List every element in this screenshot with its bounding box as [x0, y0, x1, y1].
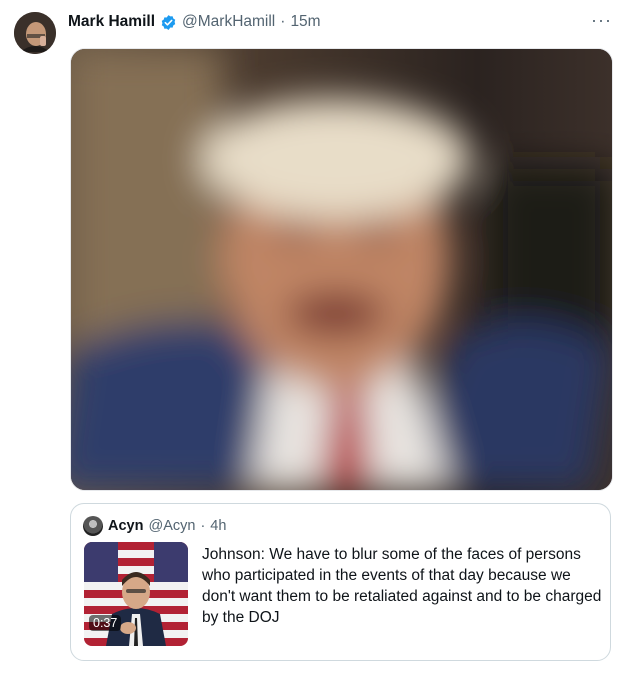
quoted-video-thumbnail[interactable]: 0:37: [84, 542, 188, 646]
avatar-image: [14, 12, 56, 54]
more-options-icon[interactable]: ···: [591, 10, 612, 30]
video-duration-badge: 0:37: [89, 615, 122, 631]
quoted-tweet-card[interactable]: Acyn @Acyn · 4h 0:37 Johnson: We have to…: [70, 503, 611, 661]
quoted-author-avatar: [83, 516, 103, 536]
quoted-tweet-text: Johnson: We have to blur some of the fac…: [202, 546, 602, 626]
quoted-author-handle: @Acyn: [148, 518, 196, 534]
quoted-author-name: Acyn: [108, 518, 144, 534]
quoted-timestamp: 4h: [210, 518, 227, 534]
tweet-media-image[interactable]: [70, 48, 613, 491]
author-name[interactable]: Mark Hamill: [68, 13, 155, 31]
blurred-face-photo: [71, 49, 612, 490]
author-avatar[interactable]: [14, 12, 56, 54]
tweet-timestamp[interactable]: 15m: [290, 13, 320, 31]
separator-dot: ·: [280, 13, 286, 30]
tweet-header: Mark Hamill @MarkHamill · 15m: [68, 12, 321, 32]
author-handle[interactable]: @MarkHamill: [182, 13, 275, 31]
quoted-separator-dot: ·: [200, 518, 206, 534]
quoted-tweet-header: Acyn @Acyn · 4h: [83, 516, 226, 536]
verified-badge-icon: [160, 14, 177, 31]
